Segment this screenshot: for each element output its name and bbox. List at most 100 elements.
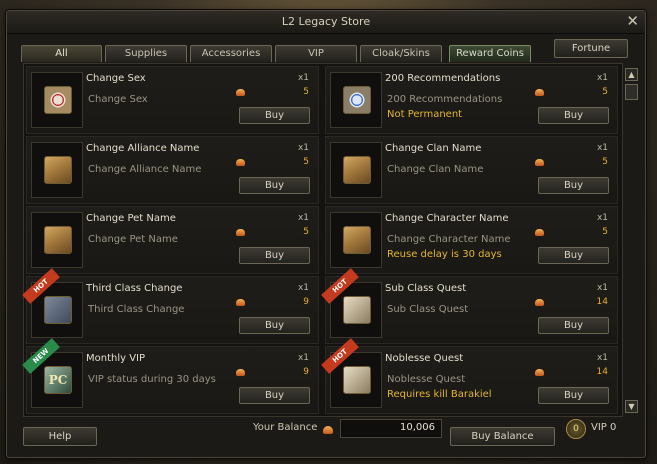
balance-label: Your Balance [253,422,318,433]
tab-reward-coins[interactable]: Reward Coins [449,45,531,62]
item-name: Change Alliance Name [86,143,200,154]
item-note: Requires kill Barakiel [387,389,492,400]
map-scroll-icon [343,296,371,324]
title-bar[interactable]: L2 Legacy Store ✕ [7,11,645,34]
item-name: Noblesse Quest [385,353,464,364]
close-icon[interactable]: ✕ [626,12,639,30]
item-name: Monthly VIP [86,353,146,364]
balance-box: 10,006 [340,419,442,438]
item-card: Change Sex x1 Change Sex 5 Buy [26,66,319,134]
buy-button[interactable]: Buy [239,387,310,404]
item-quantity: x1 [596,353,608,363]
item-note: Not Permanent [387,109,463,120]
item-list: Change Sex x1 Change Sex 5 Buy 200 Recom… [22,63,623,417]
buy-balance-button[interactable]: Buy Balance [450,427,555,446]
coin-icon [535,229,544,236]
buy-button[interactable]: Buy [239,177,310,194]
item-quantity: x1 [297,213,309,223]
item-name: Change Clan Name [385,143,482,154]
parchment-icon [44,226,72,254]
item-quantity: x1 [297,73,309,83]
item-quantity: x1 [596,143,608,153]
coin-icon [236,159,245,166]
parchment-icon [44,156,72,184]
item-card: Change Pet Name x1 Change Pet Name 5 Buy [26,206,319,274]
item-note: Reuse delay is 30 days [387,249,502,260]
tab-all[interactable]: All [21,45,102,62]
item-name: Change Sex [86,73,146,84]
coin-icon [535,369,544,376]
coin-icon [323,426,333,434]
item-card: Change Character Name x1 Change Characte… [325,206,618,274]
coin-icon [236,299,245,306]
item-icon-frame [31,142,83,198]
item-price: 5 [303,157,309,167]
item-description: Sub Class Quest [387,304,469,315]
item-price: 9 [303,367,309,377]
item-name: 200 Recommendations [385,73,501,84]
blue-scroll-icon [343,86,371,114]
tab-vip[interactable]: VIP [275,45,357,62]
item-price: 14 [596,297,608,307]
item-quantity: x1 [596,283,608,293]
item-quantity: x1 [596,213,608,223]
parchment-icon [343,226,371,254]
item-quantity: x1 [297,143,309,153]
buy-button[interactable]: Buy [239,247,310,264]
tab-cloak-skins[interactable]: Cloak/Skins [360,45,442,62]
coin-icon [535,89,544,96]
scroll-thumb[interactable] [625,84,638,100]
item-description: Change Character Name [387,234,511,245]
window-title: L2 Legacy Store [281,15,371,28]
tab-accessories[interactable]: Accessories [190,45,272,62]
coin-icon [236,89,245,96]
item-icon-frame [330,142,382,198]
buy-button[interactable]: Buy [239,317,310,334]
item-description: 200 Recommendations [387,94,503,105]
item-name: Sub Class Quest [385,283,467,294]
buy-button[interactable]: Buy [538,107,609,124]
scroll-up-icon[interactable]: ▲ [625,68,638,81]
item-quantity: x1 [596,73,608,83]
rune-scroll-icon [44,296,72,324]
tab-supplies[interactable]: Supplies [105,45,187,62]
item-icon-frame [31,72,83,128]
item-description: VIP status during 30 days [88,374,216,385]
coin-icon [236,369,245,376]
item-price: 14 [596,367,608,377]
item-quantity: x1 [297,283,309,293]
item-icon-frame [330,72,382,128]
buy-button[interactable]: Buy [538,387,609,404]
item-name: Change Pet Name [86,213,176,224]
buy-button[interactable]: Buy [538,317,609,334]
item-card: Change Alliance Name x1 Change Alliance … [26,136,319,204]
item-price: 5 [303,227,309,237]
map-scroll-icon [343,366,371,394]
buy-button[interactable]: Buy [538,247,609,264]
item-card: Change Clan Name x1 Change Clan Name 5 B… [325,136,618,204]
scrollbar[interactable]: ▲ ▼ [625,66,638,413]
item-description: Noblesse Quest [387,374,466,385]
item-icon-frame [330,212,382,268]
red-scroll-icon [44,86,72,114]
item-icon-frame [31,212,83,268]
scroll-down-icon[interactable]: ▼ [625,400,638,413]
item-card: 200 Recommendations x1 200 Recommendatio… [325,66,618,134]
item-price: 5 [303,87,309,97]
item-description: Change Alliance Name [88,164,202,175]
item-name: Change Character Name [385,213,509,224]
vip-level-label: VIP 0 [591,422,617,433]
item-description: Change Pet Name [88,234,178,245]
help-button[interactable]: Help [23,427,97,446]
item-price: 5 [602,227,608,237]
fortune-button[interactable]: Fortune [554,39,628,58]
store-window: L2 Legacy Store ✕ All Supplies Accessori… [6,10,646,458]
buy-button[interactable]: Buy [538,177,609,194]
item-description: Third Class Change [88,304,185,315]
buy-button[interactable]: Buy [239,107,310,124]
parchment-icon [343,156,371,184]
item-price: 9 [303,297,309,307]
item-card: PC NEW Monthly VIP x1 VIP status during … [22,338,319,414]
item-card: HOT Sub Class Quest x1 Sub Class Quest 1… [321,268,618,344]
item-description: Change Clan Name [387,164,484,175]
